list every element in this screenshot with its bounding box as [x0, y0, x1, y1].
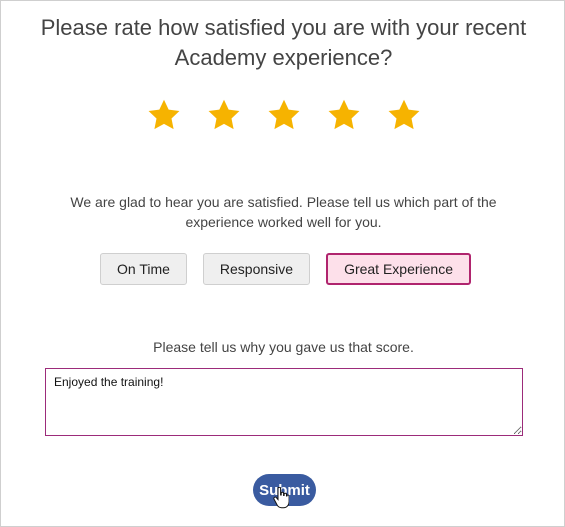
survey-card: Please rate how satisfied you are with y… [0, 0, 565, 527]
star-icon[interactable] [206, 97, 242, 133]
message-line-1: We are glad to hear you are satisfied. P… [70, 194, 497, 210]
star-icon[interactable] [386, 97, 422, 133]
question-line-1: Please rate how satisfied you are with y… [40, 15, 527, 40]
satisfaction-message: We are glad to hear you are satisfied. P… [1, 192, 565, 232]
option-responsive-button[interactable]: Responsive [202, 253, 311, 285]
message-line-2: experience worked well for you. [185, 214, 382, 230]
survey-question: Please rate how satisfied you are with y… [1, 13, 565, 73]
star-icon[interactable] [266, 97, 302, 133]
star-rating [1, 97, 565, 133]
star-icon[interactable] [146, 97, 182, 133]
star-icon[interactable] [326, 97, 362, 133]
comment-prompt: Please tell us why you gave us that scor… [153, 339, 414, 355]
option-great-experience-button[interactable]: Great Experience [326, 253, 472, 285]
option-on-time-button[interactable]: On Time [100, 253, 187, 285]
experience-options: On Time Responsive Great Experience [100, 253, 472, 285]
comment-textarea[interactable]: Enjoyed the training! [45, 368, 523, 436]
submit-button[interactable]: Submit [253, 474, 316, 506]
question-line-2: Academy experience? [174, 45, 393, 70]
